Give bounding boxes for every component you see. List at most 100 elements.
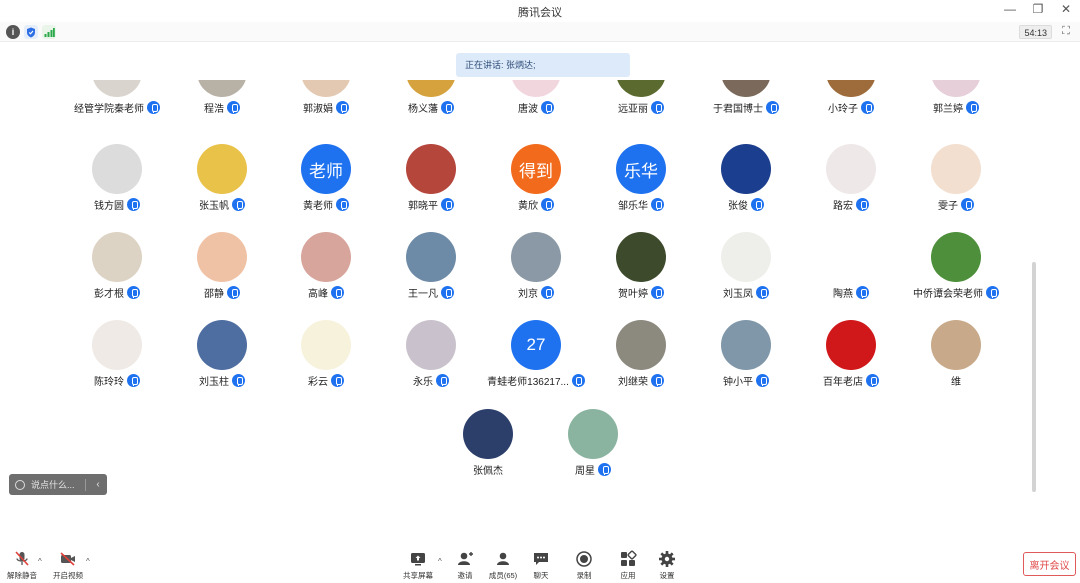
participant-tile[interactable]: 郭晓平: [379, 144, 483, 224]
chat-icon: [534, 553, 548, 565]
signal-icon[interactable]: [42, 25, 56, 39]
participant-name: 郭淑娟: [303, 104, 333, 115]
participant-tile[interactable]: 张佩杰: [436, 409, 540, 489]
avatar: [92, 320, 142, 370]
start-video-button[interactable]: 开启视频: [46, 550, 90, 581]
mic-icon: [441, 286, 454, 299]
participant-tile[interactable]: 刘继荣: [589, 320, 693, 400]
participant-tile[interactable]: 刘玉凤: [694, 232, 798, 312]
participant-tile[interactable]: 钱方圆: [65, 144, 169, 224]
avatar: [197, 232, 247, 282]
participant-tile[interactable]: 经管学院秦老师: [65, 80, 169, 127]
avatar: 27: [511, 320, 561, 370]
participant-tile[interactable]: 高峰: [274, 232, 378, 312]
participant-tile[interactable]: 老师 黄老师: [274, 144, 378, 224]
participant-tile[interactable]: 唐波: [484, 80, 588, 127]
window-controls: — ❐ ✕: [1004, 2, 1072, 16]
avatar: [826, 144, 876, 194]
mic-icon: [751, 198, 764, 211]
participant-tile[interactable]: 郭兰婷: [904, 80, 1008, 127]
info-icon[interactable]: i: [6, 25, 20, 39]
minimize-icon[interactable]: —: [1004, 2, 1016, 16]
mic-icon: [127, 374, 140, 387]
participant-tile[interactable]: 刘京: [484, 232, 588, 312]
leave-meeting-button[interactable]: 离开会议: [1023, 552, 1076, 576]
participant-tile[interactable]: 中侨谭会荣老师: [904, 232, 1008, 312]
participant-tile[interactable]: 彭才根: [65, 232, 169, 312]
participant-tile[interactable]: 陈玲玲: [65, 320, 169, 400]
participant-name: 贺叶婷: [618, 289, 648, 300]
record-button[interactable]: 录制: [562, 550, 606, 581]
avatar: [616, 80, 666, 97]
participant-tile[interactable]: 路宏: [799, 144, 903, 224]
smile-icon[interactable]: [15, 479, 25, 490]
avatar: [826, 320, 876, 370]
mic-icon: [541, 286, 554, 299]
participant-tile[interactable]: 彩云: [274, 320, 378, 400]
participant-tile[interactable]: 程浩: [170, 80, 274, 127]
apps-button[interactable]: 应用: [606, 550, 650, 581]
shield-icon[interactable]: [24, 25, 38, 39]
participant-name: 陶燕: [833, 289, 853, 300]
avatar: [931, 320, 981, 370]
participant-tile[interactable]: 郭淑娟: [274, 80, 378, 127]
share-options-chevron-icon[interactable]: ^: [438, 557, 442, 566]
mic-icon: [651, 198, 664, 211]
participant-tile[interactable]: 周星: [541, 409, 645, 489]
participant-tile[interactable]: 陶燕: [799, 232, 903, 312]
close-icon[interactable]: ✕: [1060, 2, 1072, 16]
participant-name: 彭才根: [94, 289, 124, 300]
mic-icon: [227, 286, 240, 299]
participant-tile[interactable]: 永乐: [379, 320, 483, 400]
mic-icon: [127, 286, 140, 299]
participant-tile[interactable]: 雯子: [904, 144, 1008, 224]
chat-quick-input[interactable]: 说点什么... ‹: [9, 474, 107, 495]
participant-tile[interactable]: 于君国博士: [694, 80, 798, 127]
participant-tile[interactable]: 王一凡: [379, 232, 483, 312]
participant-tile[interactable]: 张玉帆: [170, 144, 274, 224]
participant-tile[interactable]: 杨义藩: [379, 80, 483, 127]
add-user-icon: [458, 552, 473, 565]
participant-name: 雯子: [938, 201, 958, 212]
chat-button[interactable]: 聊天: [519, 550, 563, 581]
grid-scrollbar[interactable]: [1032, 262, 1036, 492]
chat-placeholder: 说点什么...: [31, 480, 75, 490]
participant-name: 高峰: [308, 289, 328, 300]
avatar: [463, 409, 513, 459]
mic-icon: [541, 198, 554, 211]
participant-tile[interactable]: 钟小平: [694, 320, 798, 400]
participant-tile[interactable]: 27 青蛙老师136217...: [484, 320, 588, 400]
participant-name: 彩云: [308, 377, 328, 388]
participant-tile[interactable]: 刘玉柱: [170, 320, 274, 400]
share-screen-button[interactable]: 共享屏幕: [396, 550, 440, 581]
audio-options-chevron-icon[interactable]: ^: [38, 557, 42, 566]
participant-tile[interactable]: 百年老店: [799, 320, 903, 400]
participant-tile[interactable]: 远亚丽: [589, 80, 693, 127]
chevron-left-icon[interactable]: ‹: [92, 479, 104, 490]
participant-tile[interactable]: 张俊: [694, 144, 798, 224]
participant-name: 于君国博士: [713, 104, 763, 115]
participant-name: 程浩: [204, 104, 224, 115]
mic-icon: [232, 374, 245, 387]
participant-name: 邹乐华: [618, 201, 648, 212]
mic-icon: [766, 101, 779, 114]
settings-button[interactable]: 设置: [645, 550, 689, 581]
mic-icon: [232, 198, 245, 211]
gear-icon: [659, 551, 675, 567]
fullscreen-icon[interactable]: ⛶: [1060, 25, 1072, 37]
avatar: [406, 144, 456, 194]
avatar: [197, 320, 247, 370]
participant-name: 杨义藩: [408, 104, 438, 115]
participant-tile[interactable]: 维: [904, 320, 1008, 400]
restore-icon[interactable]: ❐: [1032, 2, 1044, 16]
participant-name: 邵静: [204, 289, 224, 300]
participant-tile[interactable]: 小玲子: [799, 80, 903, 127]
participant-tile[interactable]: 贺叶婷: [589, 232, 693, 312]
participant-name: 黄欣: [518, 201, 538, 212]
participant-tile[interactable]: 得到 黄欣: [484, 144, 588, 224]
avatar: [197, 80, 247, 97]
mic-icon: [861, 101, 874, 114]
participant-tile[interactable]: 乐华 邹乐华: [589, 144, 693, 224]
video-options-chevron-icon[interactable]: ^: [86, 557, 90, 566]
participant-tile[interactable]: 邵静: [170, 232, 274, 312]
